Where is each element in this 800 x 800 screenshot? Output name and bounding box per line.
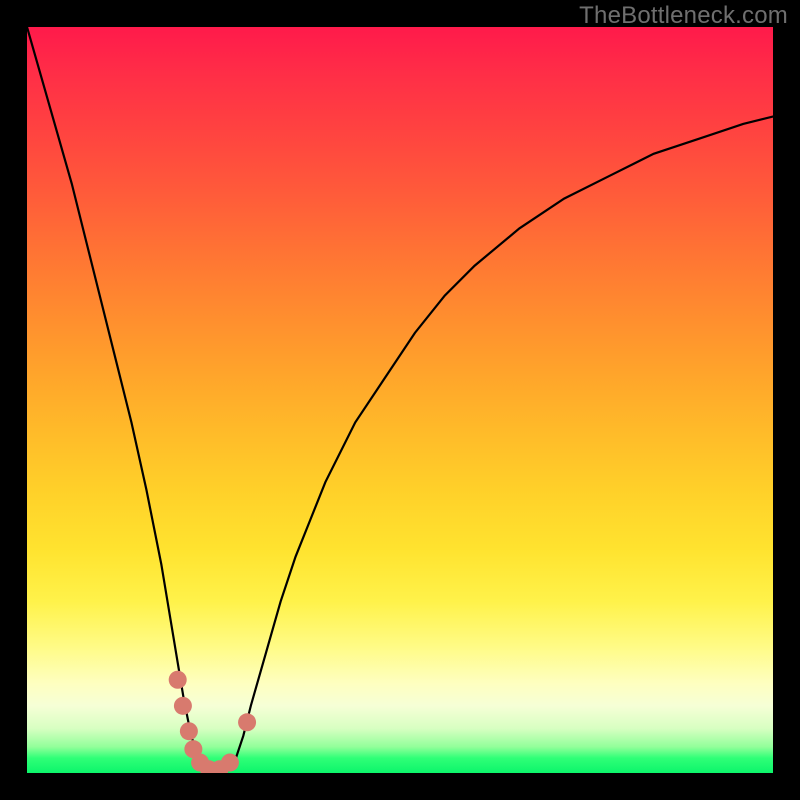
chart-svg xyxy=(27,27,773,773)
curve-marker-7 xyxy=(221,754,239,772)
curve-marker-8 xyxy=(238,713,256,731)
marker-group xyxy=(169,671,256,773)
chart-frame: TheBottleneck.com xyxy=(0,0,800,800)
curve-marker-1 xyxy=(174,697,192,715)
plot-area xyxy=(27,27,773,773)
curve-marker-0 xyxy=(169,671,187,689)
bottleneck-curve xyxy=(27,27,773,772)
watermark-text: TheBottleneck.com xyxy=(579,2,788,30)
curve-marker-2 xyxy=(180,722,198,740)
